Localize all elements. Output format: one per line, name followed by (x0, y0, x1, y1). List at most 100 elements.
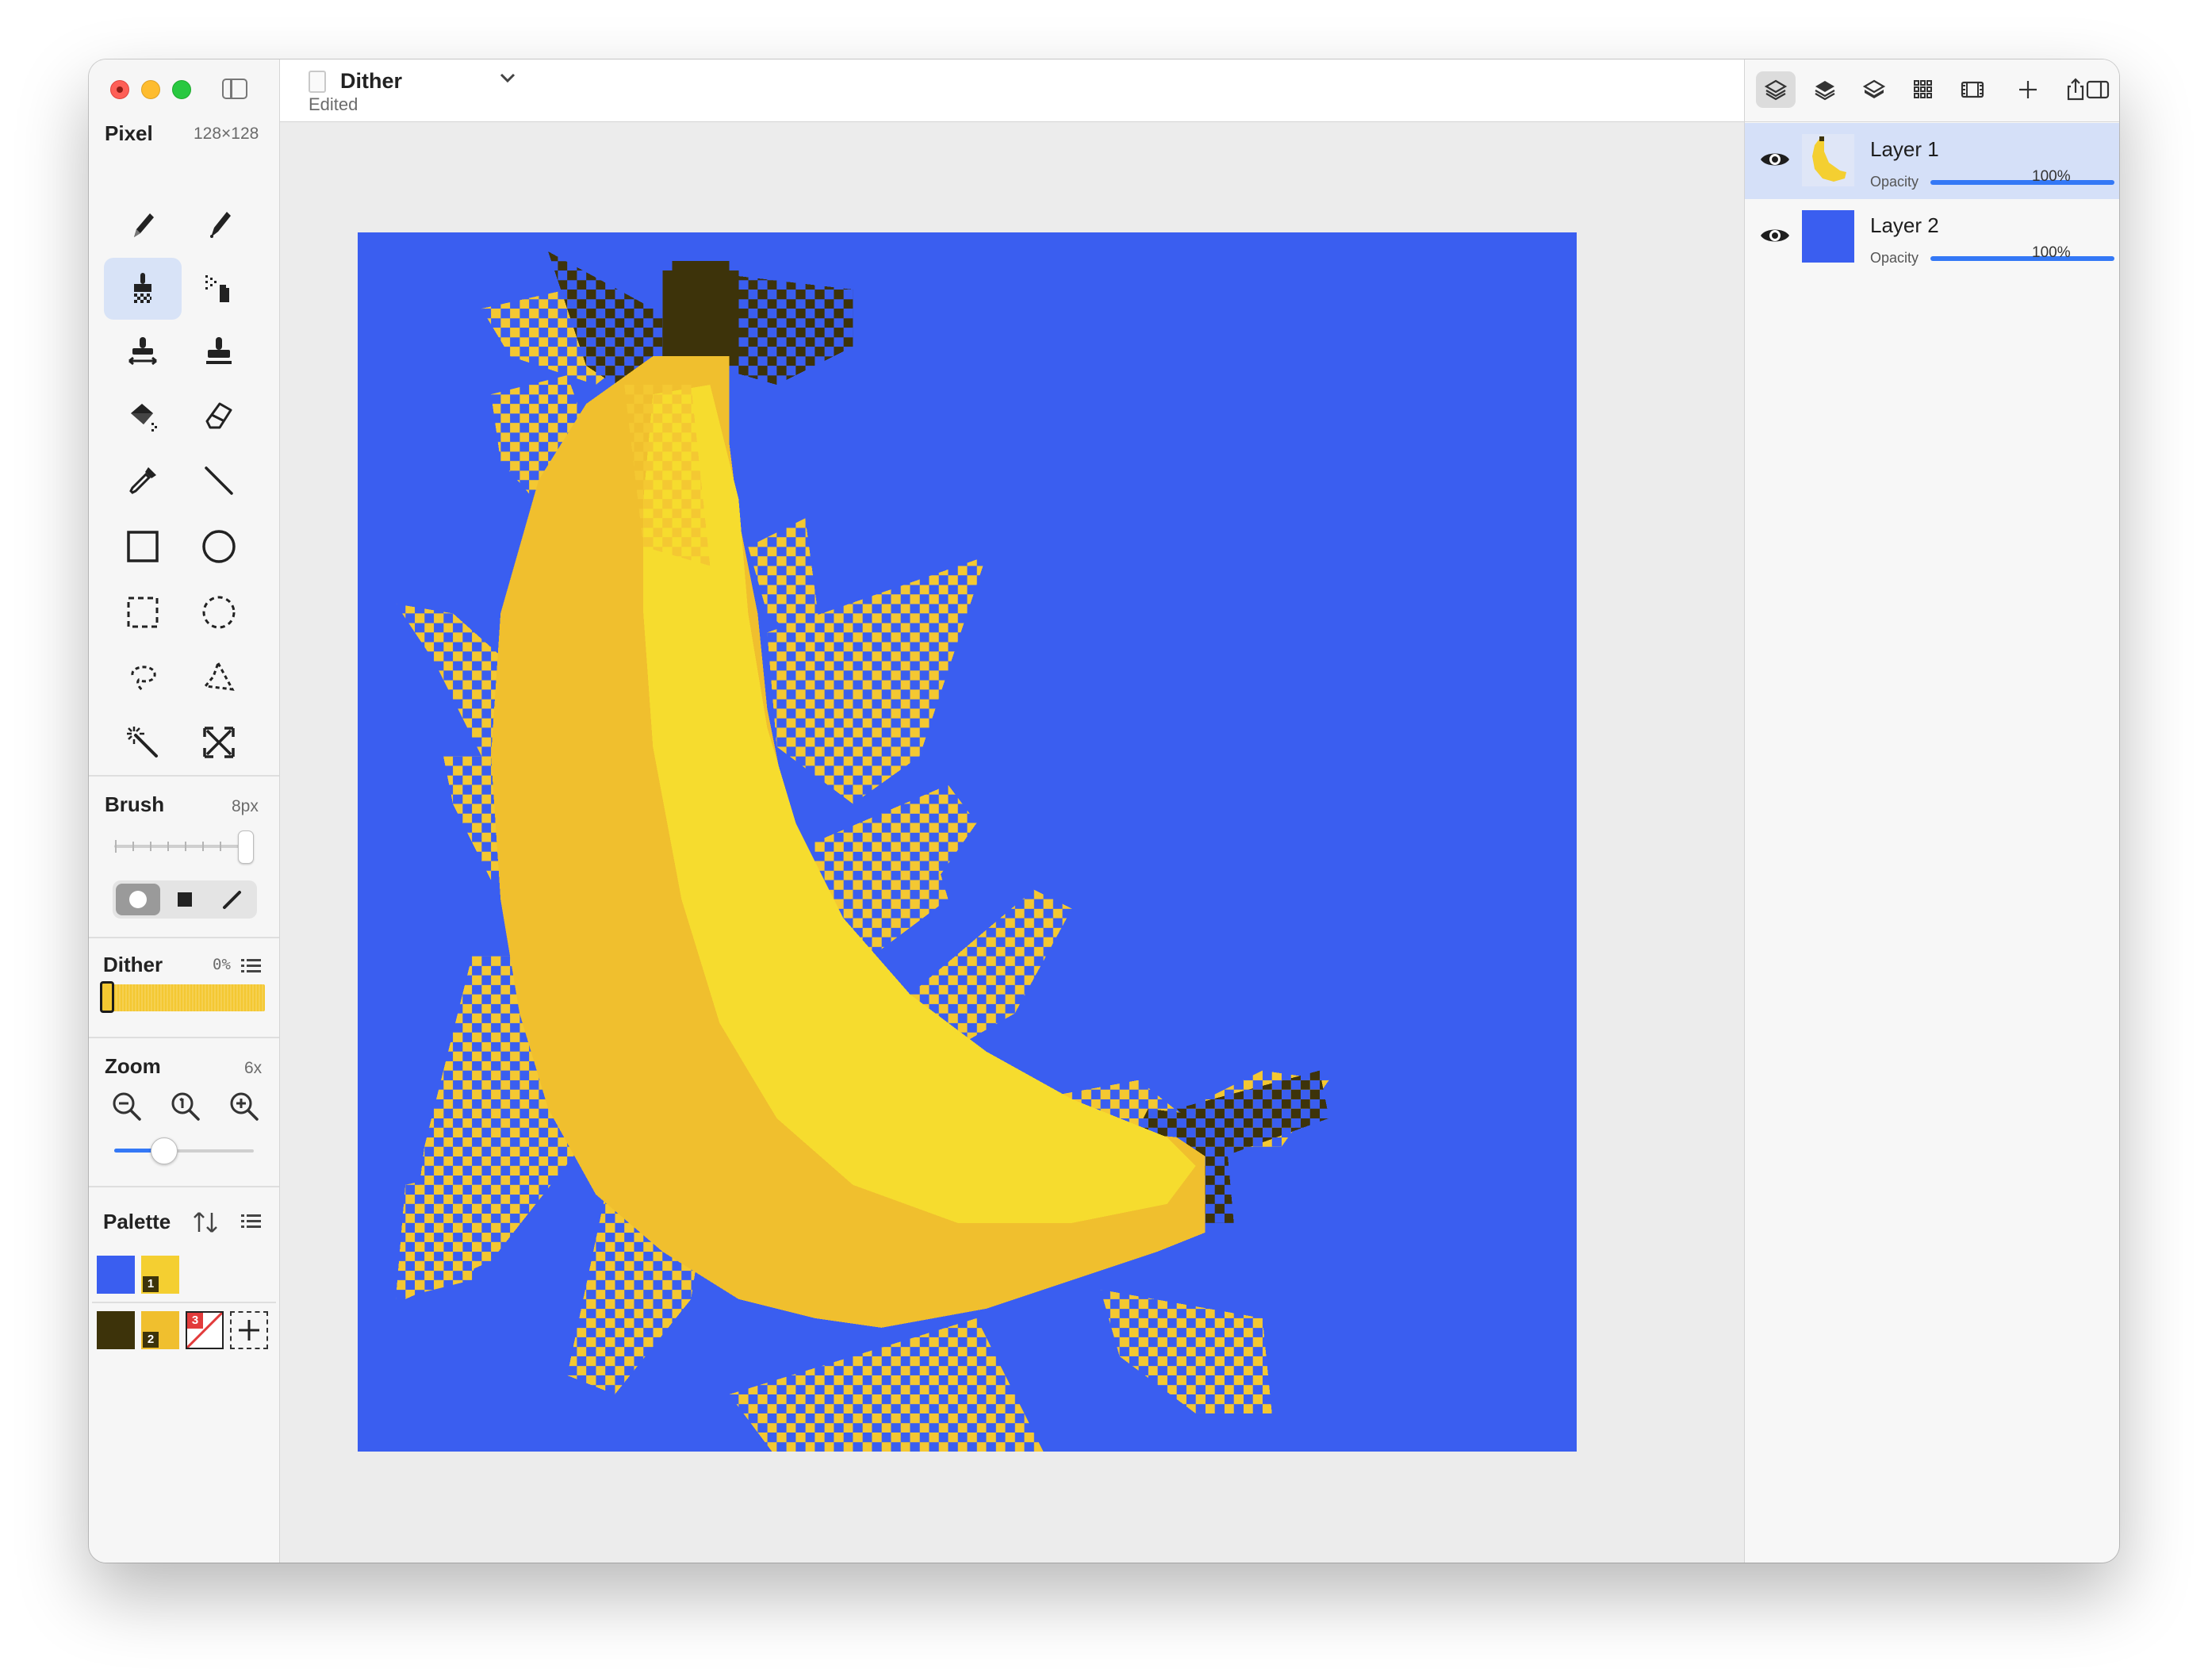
ellipse-select-icon (202, 596, 236, 629)
palette-title: Palette (103, 1210, 171, 1233)
magic-wand-tool[interactable] (104, 712, 182, 773)
opacity-label: Opacity (1870, 174, 1919, 190)
plus-icon (239, 1320, 259, 1341)
brush-shape-control (113, 880, 257, 919)
zoom-actual-size-icon[interactable] (168, 1089, 203, 1124)
brush-title: Brush (105, 792, 165, 816)
ellipse-tool[interactable] (180, 516, 258, 577)
dither-title: Dither (103, 953, 163, 976)
title-bar: Dither Edited (280, 59, 1744, 122)
mirror-stamp-icon (128, 337, 157, 366)
brush-slider-knob[interactable] (238, 830, 254, 864)
rect-select-icon (127, 596, 159, 628)
layer-below-button[interactable] (1854, 71, 1894, 108)
canvas-size-label: 128×128 (194, 125, 259, 143)
dither-gradient-bar[interactable] (100, 984, 265, 1011)
layer-name: Layer 1 (1870, 137, 1939, 161)
divider (89, 1037, 279, 1038)
zoom-slider-fill (114, 1149, 155, 1153)
divider (92, 1302, 276, 1303)
chevron-down-icon[interactable] (497, 67, 518, 88)
spray-tool[interactable] (180, 258, 258, 320)
eyedropper-icon (129, 467, 156, 494)
zoom-slider-knob[interactable] (151, 1137, 178, 1164)
dither-handle[interactable] (100, 981, 114, 1013)
palette-swatch[interactable] (97, 1256, 135, 1294)
banana-thumbnail-icon (1812, 136, 1846, 182)
stamp-icon (206, 337, 232, 364)
paint-bucket-icon (131, 404, 157, 432)
lasso-icon (131, 665, 156, 692)
grid-button[interactable] (1903, 71, 1943, 108)
square-icon (178, 892, 192, 907)
layer-name: Layer 2 (1870, 213, 1939, 237)
line-icon (205, 466, 233, 495)
rect-select-tool[interactable] (104, 581, 182, 643)
zoom-in-icon[interactable] (227, 1089, 262, 1124)
opacity-slider[interactable] (1930, 256, 2114, 261)
swatch-badge: 2 (143, 1332, 159, 1348)
brush-slider-ticks (115, 840, 221, 853)
opacity-slider[interactable] (1930, 180, 2114, 185)
opacity-value: 100% (2032, 168, 2071, 185)
minimize-button[interactable] (141, 80, 160, 99)
layer-above-button[interactable] (1805, 71, 1845, 108)
grid-icon (1914, 80, 1932, 98)
circle-icon (129, 891, 147, 908)
polygon-lasso-tool[interactable] (180, 646, 258, 708)
brush-circle-button[interactable] (116, 884, 160, 915)
document-icon (309, 71, 326, 93)
dither-brush-tool[interactable] (104, 258, 182, 320)
layer-row[interactable]: Layer 2 Opacity (1745, 199, 2119, 275)
transform-tool[interactable] (180, 712, 258, 773)
sidebar-toggle-icon[interactable] (222, 79, 247, 99)
layers-button[interactable] (1756, 71, 1796, 108)
brush-line-button[interactable] (209, 884, 254, 915)
slash-icon (223, 891, 241, 909)
layers-icon (1764, 79, 1788, 101)
ellipse-select-tool[interactable] (180, 581, 258, 643)
transparent-swatch[interactable]: 3 (186, 1311, 224, 1349)
app-window: Pixel 128×128 Brush 8px Dither 0% Zoom 6… (89, 59, 2119, 1563)
tool-sidebar: Pixel 128×128 Brush 8px Dither 0% Zoom 6… (89, 59, 280, 1563)
paint-bucket-tool[interactable] (104, 385, 182, 447)
layer-thumbnail (1802, 210, 1854, 263)
mirror-stamp-tool[interactable] (104, 321, 182, 383)
zoom-value-label: 6x (244, 1059, 263, 1077)
pen-tool[interactable] (180, 194, 258, 256)
pixel-canvas[interactable] (358, 232, 1577, 1452)
document-status: Edited (309, 94, 358, 114)
pencil-tool[interactable] (104, 194, 182, 256)
zoom-out-icon[interactable] (109, 1089, 144, 1124)
inspector-toggle-button[interactable] (2078, 71, 2118, 108)
animation-button[interactable] (1953, 71, 1992, 108)
ellipse-icon (202, 530, 236, 563)
eyedropper-tool[interactable] (104, 450, 182, 512)
brush-square-button[interactable] (163, 884, 207, 915)
lasso-tool[interactable] (104, 646, 182, 708)
palette-swatch[interactable]: 1 (141, 1256, 179, 1294)
stamp-tool[interactable] (180, 321, 258, 383)
zoom-window-button[interactable] (172, 80, 191, 99)
zoom-title: Zoom (105, 1054, 161, 1078)
rectangle-tool[interactable] (104, 516, 182, 577)
add-color-button[interactable] (230, 1311, 268, 1349)
layers-panel: Layer 1 Opacity Layer 2 Opacity (1744, 59, 2119, 1563)
layers-below-icon (1862, 79, 1886, 98)
palette-swatch[interactable] (97, 1311, 135, 1349)
list-icon[interactable] (240, 1211, 263, 1232)
eye-icon[interactable] (1759, 147, 1791, 172)
magic-wand-icon (127, 727, 158, 758)
list-icon[interactable] (240, 956, 263, 976)
palette-swatch[interactable]: 2 (141, 1311, 179, 1349)
close-button[interactable] (110, 80, 129, 99)
eraser-tool[interactable] (180, 385, 258, 447)
add-layer-button[interactable] (2008, 71, 2048, 108)
eye-icon[interactable] (1759, 223, 1791, 248)
divider (89, 775, 279, 777)
sort-icon[interactable] (192, 1210, 219, 1235)
document-title[interactable]: Dither (340, 69, 402, 94)
layer-row[interactable]: Layer 1 Opacity (1745, 123, 2119, 199)
line-tool[interactable] (180, 450, 258, 512)
canvas-artwork (358, 232, 1577, 1452)
